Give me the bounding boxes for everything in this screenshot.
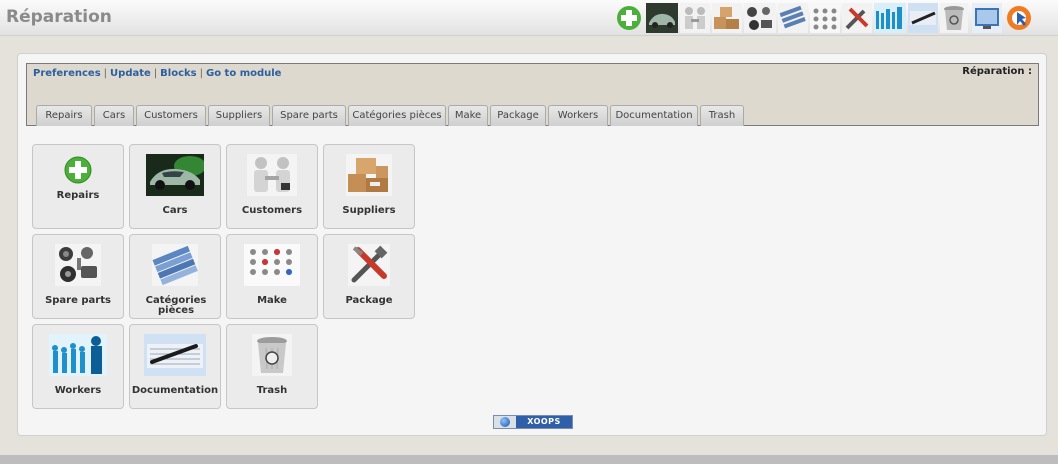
tab-suppliers[interactable]: Suppliers xyxy=(208,105,270,126)
update-icon[interactable] xyxy=(1004,3,1034,33)
tile-label: Cars xyxy=(162,205,188,216)
module-header: Preferences | Update | Blocks | Go to module R… xyxy=(26,63,1039,126)
package-icon xyxy=(348,244,390,286)
tile-label: Make xyxy=(257,295,287,306)
customers-icon xyxy=(247,154,297,196)
categories-icon[interactable] xyxy=(778,3,808,33)
tile-package[interactable]: Package xyxy=(323,234,415,319)
car-icon xyxy=(146,154,204,196)
tile-label: Suppliers xyxy=(342,205,396,216)
add-icon[interactable] xyxy=(614,3,644,33)
preferences-icon[interactable] xyxy=(972,3,1002,33)
tile-workers[interactable]: Workers xyxy=(32,324,124,409)
documentation-icon[interactable] xyxy=(908,3,938,33)
go-to-module-link[interactable]: Go to module xyxy=(206,68,281,79)
tile-trash[interactable]: Trash xyxy=(226,324,318,409)
trash-icon xyxy=(252,334,292,376)
tile-label: Documentation xyxy=(131,385,219,396)
blocks-link[interactable]: Blocks xyxy=(160,68,196,79)
workers-icon[interactable] xyxy=(874,3,906,33)
make-icon xyxy=(244,244,300,286)
tile-label: Repairs xyxy=(56,190,100,201)
tab-spare-parts[interactable]: Spare parts xyxy=(272,105,346,126)
trash-icon[interactable] xyxy=(940,3,968,33)
link-separator: | xyxy=(103,68,108,79)
tab-categories-pieces[interactable]: Catégories pièces xyxy=(348,105,446,126)
customers-icon[interactable] xyxy=(680,3,710,33)
tab-package[interactable]: Package xyxy=(490,105,546,126)
suppliers-icon xyxy=(346,154,392,196)
tile-label: Spare parts xyxy=(45,295,111,306)
globe-icon xyxy=(494,416,516,428)
tile-label: Customers xyxy=(241,205,303,216)
update-link[interactable]: Update xyxy=(110,68,151,79)
tile-label: Package xyxy=(345,295,393,306)
tab-trash[interactable]: Trash xyxy=(700,105,744,126)
tile-label: Trash xyxy=(256,385,288,396)
admin-links: Preferences | Update | Blocks | Go to module xyxy=(33,68,281,79)
tile-customers[interactable]: Customers xyxy=(226,144,318,229)
tile-spare-parts[interactable]: Spare parts xyxy=(32,234,124,319)
suppliers-icon[interactable] xyxy=(712,3,742,33)
documentation-icon xyxy=(144,334,206,376)
tile-suppliers[interactable]: Suppliers xyxy=(323,144,415,229)
tile-repairs[interactable]: Repairs xyxy=(32,144,124,229)
xoops-badge-label: XOOPS xyxy=(527,417,561,426)
app-title: Réparation xyxy=(6,7,112,27)
add-icon xyxy=(64,156,92,184)
make-icon[interactable] xyxy=(810,3,840,33)
module-label: Réparation : xyxy=(962,66,1032,77)
tab-repairs[interactable]: Repairs xyxy=(36,105,92,126)
workers-icon xyxy=(49,334,107,376)
spare-parts-icon[interactable] xyxy=(744,3,776,33)
tab-documentation[interactable]: Documentation xyxy=(610,105,698,126)
link-separator: | xyxy=(153,68,158,79)
top-bar: Réparation xyxy=(0,0,1058,36)
tile-documentation[interactable]: Documentation xyxy=(129,324,221,409)
tile-make[interactable]: Make xyxy=(226,234,318,319)
preferences-link[interactable]: Preferences xyxy=(33,68,101,79)
spare-parts-icon xyxy=(55,244,101,286)
tile-cars[interactable]: Cars xyxy=(129,144,221,229)
tab-workers[interactable]: Workers xyxy=(548,105,608,126)
tab-make[interactable]: Make xyxy=(448,105,488,126)
tile-label: Workers xyxy=(54,385,102,396)
tile-label: Catégories pièces xyxy=(145,295,207,316)
categories-icon xyxy=(152,244,198,286)
tab-cars[interactable]: Cars xyxy=(94,105,134,126)
package-icon[interactable] xyxy=(842,3,872,33)
main-panel: Preferences | Update | Blocks | Go to module R… xyxy=(17,53,1047,436)
tile-categories-pieces[interactable]: Catégories pièces xyxy=(129,234,221,319)
tab-customers[interactable]: Customers xyxy=(136,105,206,126)
car-icon[interactable] xyxy=(646,3,678,33)
bottom-bar xyxy=(0,455,1058,464)
xoops-badge[interactable]: XOOPS xyxy=(493,415,573,429)
link-separator: | xyxy=(199,68,203,79)
